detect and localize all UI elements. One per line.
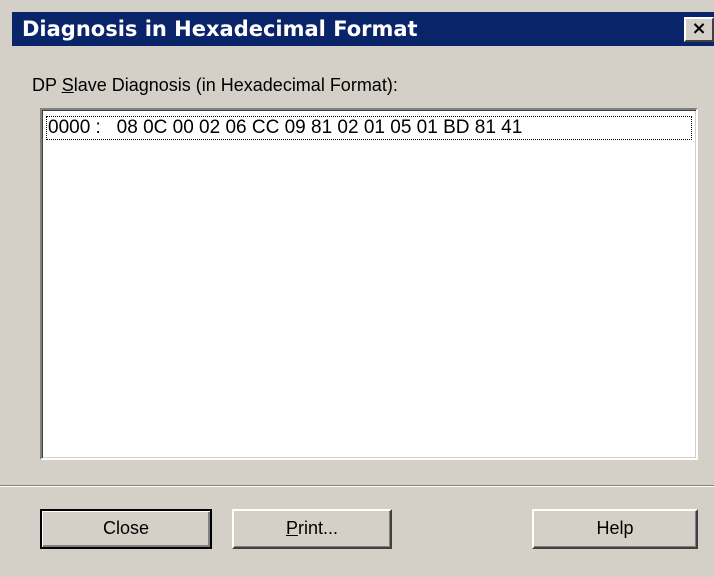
close-button[interactable]: Close [40, 509, 212, 549]
list-item[interactable]: 0000 : 08 0C 00 02 06 CC 09 81 02 01 05 … [46, 116, 692, 140]
help-button[interactable]: Help [532, 509, 698, 549]
diagnosis-label: DP Slave Diagnosis (in Hexadecimal Forma… [32, 74, 398, 96]
label-suffix: lave Diagnosis (in Hexadecimal Format): [73, 75, 398, 95]
label-mnemonic: S [61, 75, 74, 95]
print-button[interactable]: Print... [232, 509, 392, 549]
hex-diagnosis-listbox[interactable]: 0000 : 08 0C 00 02 06 CC 09 81 02 01 05 … [40, 108, 698, 460]
separator-highlight [0, 486, 714, 487]
window-title: Diagnosis in Hexadecimal Format [22, 17, 418, 41]
print-mnemonic: P [285, 518, 298, 538]
diagnosis-dialog: Diagnosis in Hexadecimal Format × DP Sla… [0, 0, 714, 577]
print-label: rint... [298, 518, 339, 538]
label-prefix: DP [32, 75, 62, 95]
title-bar[interactable]: Diagnosis in Hexadecimal Format × [12, 12, 714, 46]
close-window-button[interactable]: × [684, 17, 714, 42]
